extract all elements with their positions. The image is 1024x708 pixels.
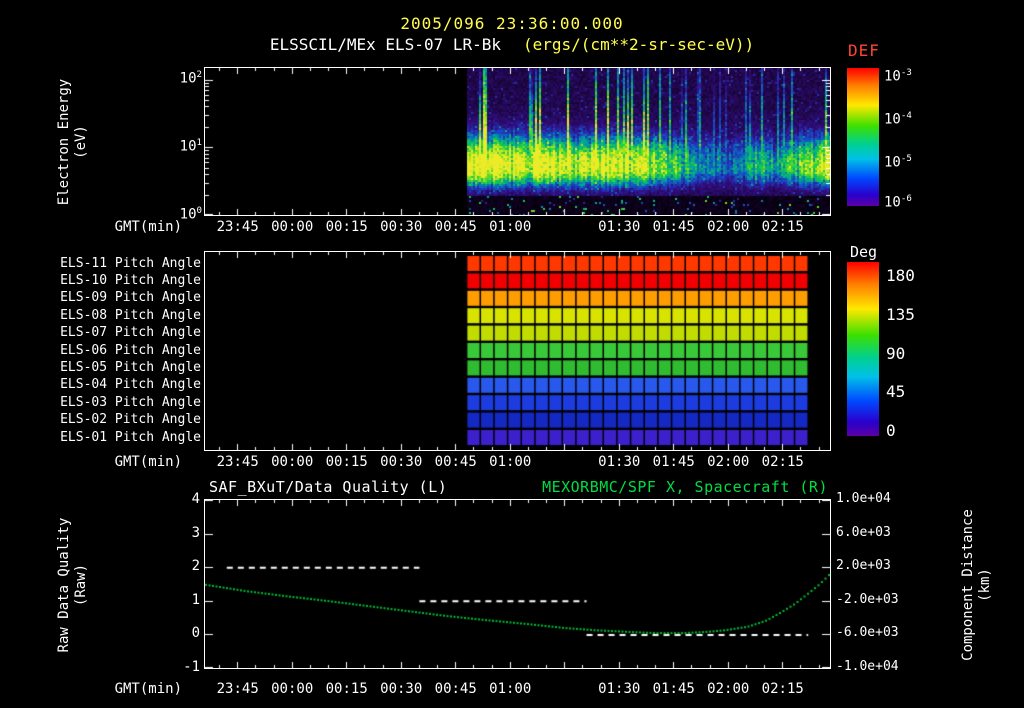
distance-label-units: (km) xyxy=(977,568,993,602)
pitch-row-label: ELS-09 Pitch Angle xyxy=(60,290,201,305)
x-tick-label: 00:30 xyxy=(380,681,423,697)
x-tick-label: 23:45 xyxy=(216,454,259,470)
pitch-row-label: ELS-01 Pitch Angle xyxy=(60,430,201,445)
quality-label-text: Raw Data Quality xyxy=(56,517,72,653)
pitch-row-label: ELS-10 Pitch Angle xyxy=(60,273,201,288)
deg-colorbar-tick-label: 90 xyxy=(886,344,906,363)
x-tick-label: 00:15 xyxy=(325,219,368,235)
x-tick-label: 02:15 xyxy=(761,219,804,235)
title-datetime: 2005/096 23:36:00.000 xyxy=(400,14,624,33)
mex-els-quicklook-plot: 2005/096 23:36:00.000 ELSSCIL/MEx ELS-07… xyxy=(0,0,1024,708)
energy-tick-label: 102 xyxy=(179,70,202,87)
x-tick-label: 23:45 xyxy=(216,681,259,697)
quality-tick-label: 3 xyxy=(191,525,200,541)
spectrogram-panel xyxy=(204,67,831,216)
deg-colorbar-tick-label: 45 xyxy=(886,382,906,401)
deg-colorbar xyxy=(847,262,879,436)
x-tick-label: 02:00 xyxy=(707,681,750,697)
instrument-name: ELSSCIL/MEx ELS-07 LR-Bk xyxy=(269,35,501,54)
x-tick-label: 01:45 xyxy=(652,681,695,697)
deg-colorbar-tick-label: 0 xyxy=(886,421,896,440)
quality-tick-label: 4 xyxy=(191,491,200,507)
x-tick-label: 02:00 xyxy=(707,454,750,470)
quality-tick-label: 2 xyxy=(191,558,200,574)
pitch-row-label: ELS-05 Pitch Angle xyxy=(60,360,201,375)
x-tick-label: 00:30 xyxy=(380,219,423,235)
pitch-angle-panel xyxy=(204,251,831,451)
distance-label-text: Component Distance xyxy=(960,509,976,661)
x-tick-label: 02:15 xyxy=(761,681,804,697)
distance-tick-label: 1.0e+04 xyxy=(836,491,891,506)
x-tick-label: 02:15 xyxy=(761,454,804,470)
def-colorbar-tick-label: 10-5 xyxy=(884,154,912,171)
def-colorbar-title: DEF xyxy=(848,41,880,60)
x-tick-label: 00:45 xyxy=(434,219,477,235)
pitch-row-label: ELS-08 Pitch Angle xyxy=(60,308,201,323)
pitch-row-label: ELS-06 Pitch Angle xyxy=(60,343,201,358)
quality-y-axis-label: Raw Data Quality (Raw) xyxy=(56,475,92,695)
deg-colorbar-title: Deg xyxy=(850,243,878,261)
spectrogram-canvas xyxy=(205,68,830,215)
x-tick-label: 01:30 xyxy=(598,454,641,470)
x-tick-label: 00:15 xyxy=(325,454,368,470)
energy-tick-label: 100 xyxy=(179,206,202,223)
x-tick-label: 00:45 xyxy=(434,454,477,470)
x-tick-label: 23:45 xyxy=(216,219,259,235)
distance-tick-label: -1.0e+04 xyxy=(836,659,899,674)
bottom-right-title: MEXORBMC/SPF X, Spacecraft (R) xyxy=(542,478,828,496)
pitch-row-label: ELS-11 Pitch Angle xyxy=(60,256,201,271)
pitch-row-label: ELS-02 Pitch Angle xyxy=(60,412,201,427)
pitch-angle-canvas xyxy=(205,252,830,450)
pitch-row-label: ELS-03 Pitch Angle xyxy=(60,395,201,410)
def-colorbar-tick-label: 10-4 xyxy=(884,111,912,128)
x-tick-label: 00:30 xyxy=(380,454,423,470)
x-tick-label: 00:00 xyxy=(271,219,314,235)
x-tick-label: 01:30 xyxy=(598,219,641,235)
energy-tick-label: 101 xyxy=(179,138,202,155)
flux-units-label: (ergs/(cm**2-sr-sec-eV)) xyxy=(523,35,755,54)
quality-tick-label: -1 xyxy=(183,659,200,675)
quality-label-units: (Raw) xyxy=(73,563,89,607)
x-tick-label: 00:15 xyxy=(325,681,368,697)
def-colorbar-tick-label: 10-6 xyxy=(884,194,912,211)
distance-tick-label: 6.0e+03 xyxy=(836,525,891,540)
quality-tick-label: 1 xyxy=(191,592,200,608)
spectrogram-y-axis-label: Electron Energy (eV) xyxy=(56,32,92,252)
distance-tick-label: -6.0e+03 xyxy=(836,625,899,640)
deg-colorbar-tick-label: 135 xyxy=(886,305,915,324)
quality-distance-panel xyxy=(204,499,831,669)
gmt-label-2: GMT(min) xyxy=(114,454,182,470)
ylabel-units: (eV) xyxy=(73,125,89,159)
pitch-row-label: ELS-07 Pitch Angle xyxy=(60,325,201,340)
ylabel-text: Electron Energy xyxy=(56,78,72,206)
x-tick-label: 00:00 xyxy=(271,681,314,697)
quality-distance-canvas xyxy=(205,500,830,668)
def-colorbar-tick-label: 10-3 xyxy=(884,68,912,85)
x-tick-label: 02:00 xyxy=(707,219,750,235)
distance-y-axis-label: Component Distance (km) xyxy=(960,475,996,695)
pitch-row-label: ELS-04 Pitch Angle xyxy=(60,377,201,392)
x-tick-label: 00:00 xyxy=(271,454,314,470)
distance-tick-label: -2.0e+03 xyxy=(836,592,899,607)
deg-colorbar-tick-label: 180 xyxy=(886,266,915,285)
gmt-label-3: GMT(min) xyxy=(114,681,182,697)
def-colorbar xyxy=(847,68,879,206)
x-tick-label: 01:30 xyxy=(598,681,641,697)
x-tick-label: 01:45 xyxy=(652,219,695,235)
distance-tick-label: 2.0e+03 xyxy=(836,558,891,573)
quality-tick-label: 0 xyxy=(191,625,200,641)
x-tick-label: 01:00 xyxy=(489,681,532,697)
x-tick-label: 01:00 xyxy=(489,219,532,235)
x-tick-label: 01:00 xyxy=(489,454,532,470)
x-tick-label: 01:45 xyxy=(652,454,695,470)
x-tick-label: 00:45 xyxy=(434,681,477,697)
